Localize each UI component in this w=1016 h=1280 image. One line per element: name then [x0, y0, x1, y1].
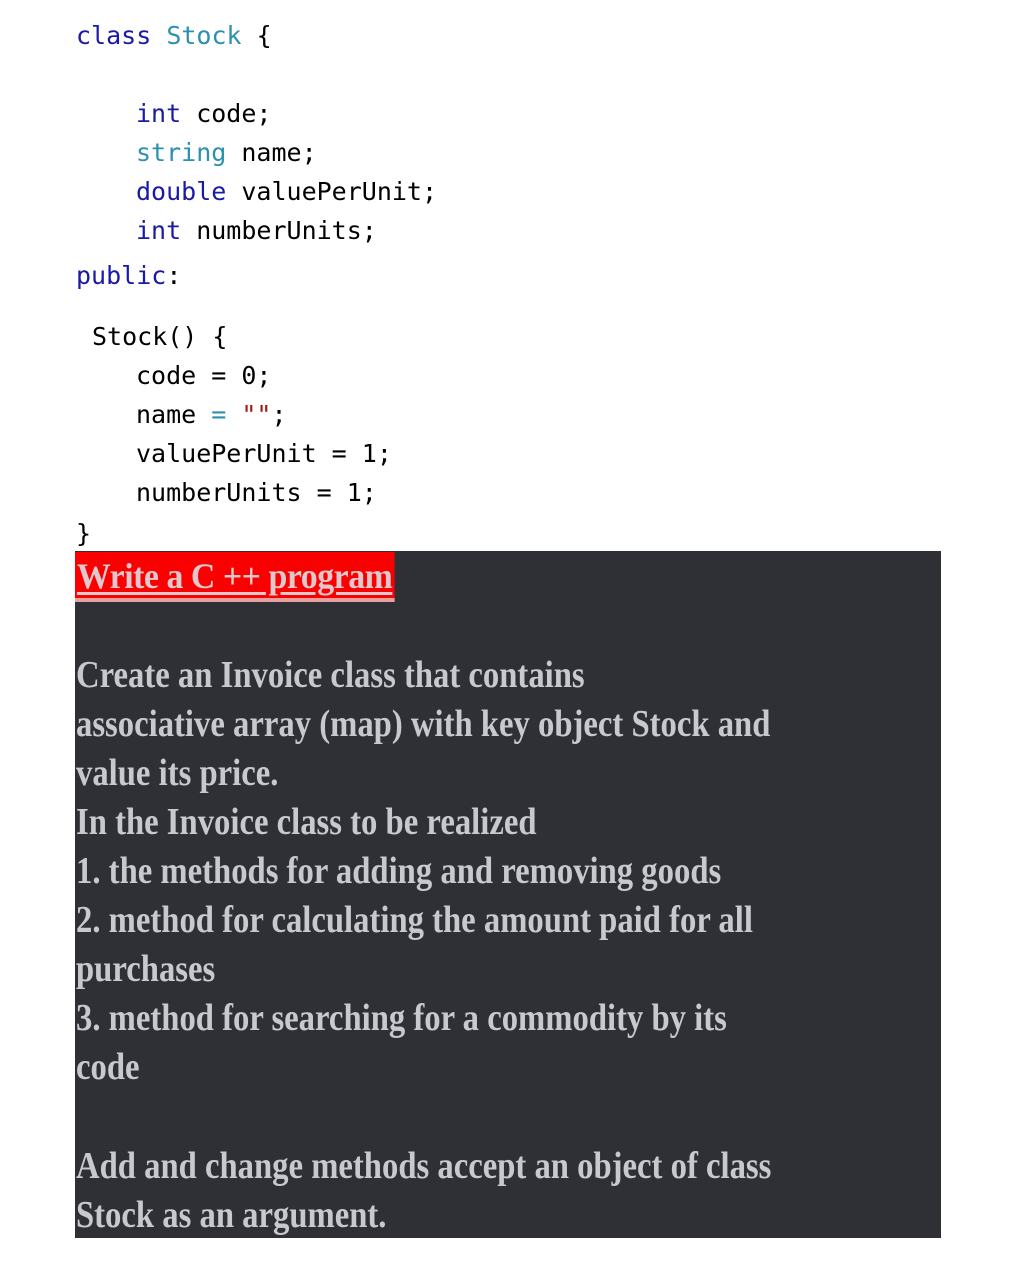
code-text: name;: [226, 138, 317, 167]
task-list-item: 3. method for searching for a commodity …: [76, 997, 727, 1039]
task-line: Stock as an argument.: [76, 1194, 387, 1236]
code-line-class-decl: class Stock {: [76, 16, 272, 55]
code-line-assign-units: numberUnits = 1;: [136, 473, 377, 512]
code-line-public: public:: [76, 256, 181, 295]
code-text: numberUnits = 1;: [136, 478, 377, 507]
code-line-constructor: Stock() {: [92, 317, 227, 356]
code-text: }: [76, 519, 92, 548]
code-line-close-brace: }: [76, 514, 91, 553]
code-text: Stock() {: [92, 322, 228, 351]
task-list-item: code: [76, 1046, 140, 1088]
code-keyword: public: [76, 261, 167, 290]
code-line-assign-code: code = 0;: [136, 356, 271, 395]
code-string: "": [226, 400, 272, 429]
code-line-assign-name: name = "";: [136, 395, 287, 434]
code-text: :: [166, 261, 182, 290]
code-line-field-value: double valuePerUnit;: [136, 172, 437, 211]
code-keyword: int: [136, 216, 182, 245]
task-line: Add and change methods accept an object …: [76, 1145, 772, 1187]
task-line: value its price.: [76, 752, 279, 794]
code-line-assign-value: valuePerUnit = 1;: [136, 434, 392, 473]
task-line: Create an Invoice class that contains: [76, 654, 585, 696]
code-operator: =: [211, 400, 227, 429]
code-keyword: class: [76, 21, 152, 50]
task-list-item: purchases: [76, 948, 216, 990]
code-line-field-code: int code;: [136, 94, 271, 133]
code-type: string: [136, 138, 227, 167]
task-line: associative array (map) with key object …: [76, 703, 771, 745]
code-text: code;: [181, 99, 272, 128]
code-text: name: [136, 400, 212, 429]
task-line: In the Invoice class to be realized: [76, 801, 537, 843]
task-title: Write a C ++ program: [75, 552, 395, 602]
task-list-item: 1. the methods for adding and removing g…: [76, 850, 722, 892]
code-text: code = 0;: [136, 361, 272, 390]
code-text: {: [241, 21, 272, 50]
code-line-field-units: int numberUnits;: [136, 211, 377, 250]
code-text: numberUnits;: [181, 216, 377, 245]
task-list-item: 2. method for calculating the amount pai…: [76, 899, 753, 941]
code-text: ;: [271, 400, 287, 429]
code-line-field-name: string name;: [136, 133, 317, 172]
code-text: valuePerUnit = 1;: [136, 439, 392, 468]
code-keyword: int: [136, 99, 182, 128]
code-type: Stock: [166, 21, 242, 50]
code-text: valuePerUnit;: [226, 177, 438, 206]
code-keyword: double: [136, 177, 227, 206]
